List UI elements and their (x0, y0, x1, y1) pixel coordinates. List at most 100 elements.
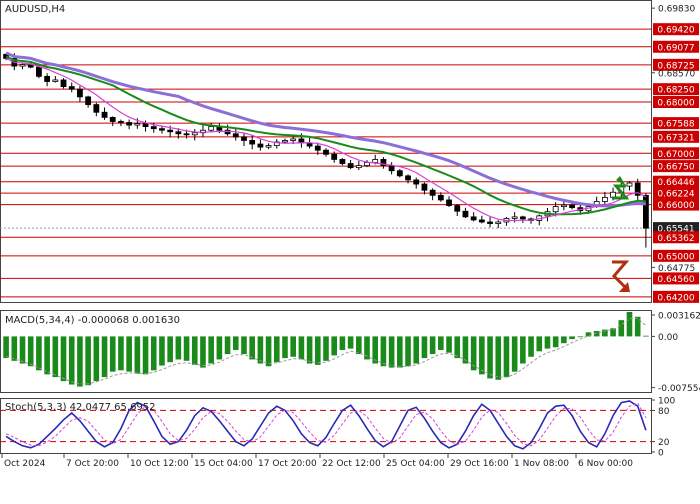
macd-bar (282, 336, 288, 358)
macd-bar (143, 336, 149, 374)
macd-bar (3, 336, 9, 358)
price-tick-label: 0.68000 (657, 99, 694, 109)
macd-bar (545, 336, 551, 348)
macd-bar (323, 336, 329, 360)
macd-bar (61, 336, 67, 381)
candle-body (69, 87, 74, 90)
candle-body (315, 146, 320, 150)
candle-body (36, 67, 41, 76)
candle-body (143, 124, 148, 127)
chart-canvas[interactable]: 0.698300.694200.690770.687250.685700.682… (0, 0, 700, 500)
macd-bar (446, 336, 452, 352)
candle-body (102, 112, 107, 117)
macd-bar (315, 336, 321, 364)
stoch-tick-label: 20 (658, 438, 670, 448)
time-tick-label: 6 Nov 00:00 (578, 459, 633, 469)
candle-body (520, 217, 525, 219)
stoch-tick-label: 100 (658, 397, 675, 407)
candle-body (627, 183, 632, 186)
macd-bar (299, 336, 305, 359)
macd-bar (225, 336, 231, 354)
candle-body (241, 137, 246, 141)
candle-body (176, 132, 181, 134)
macd-bar (528, 336, 534, 356)
macd-bar (586, 332, 592, 336)
macd-bar (463, 336, 469, 363)
candle-body (512, 217, 517, 219)
candle-body (94, 105, 99, 113)
macd-bar (577, 336, 583, 337)
macd-bar (627, 312, 633, 336)
candle-body (168, 130, 173, 132)
price-tick-label: 0.68570 (658, 69, 695, 79)
macd-bar (643, 336, 649, 337)
macd-bar (307, 336, 313, 363)
macd-bar (413, 336, 419, 363)
candle-body (110, 117, 115, 121)
candle-body (77, 89, 82, 97)
candle-body (86, 97, 91, 105)
macd-bar (176, 336, 182, 359)
macd-bar (44, 336, 50, 374)
candle-body (479, 220, 484, 222)
macd-bar (77, 336, 83, 386)
stoch-tick-label: 0 (658, 449, 664, 459)
price-tick-label: 0.69830 (658, 5, 695, 15)
macd-bar (331, 336, 337, 355)
candle-body (447, 200, 452, 206)
candle-body (553, 207, 558, 212)
price-tick-label: 0.67588 (657, 120, 694, 130)
price-tick-label: 0.68250 (657, 86, 694, 96)
macd-bar (422, 336, 428, 358)
candle-body (602, 197, 607, 201)
macd-bar (192, 336, 198, 364)
time-tick-label: 7 Oct 20:00 (66, 459, 119, 469)
candle-body (53, 80, 58, 82)
price-title: AUDUSD,H4 (5, 4, 65, 15)
candle-body (127, 123, 132, 126)
candle-body (430, 190, 435, 195)
macd-bar (200, 336, 206, 367)
candle-body (389, 166, 394, 171)
candle-body (422, 184, 427, 190)
macd-tick-label: -0.007554 (658, 384, 700, 394)
macd-bar (249, 336, 255, 359)
macd-bar (36, 336, 42, 370)
macd-bar (495, 336, 501, 379)
candle-body (438, 195, 443, 200)
macd-bar (536, 336, 542, 351)
macd-bar (561, 336, 567, 343)
candle-body (192, 133, 197, 135)
macd-tick-label: 0.003162 (658, 311, 700, 321)
price-tick-label: 0.64775 (658, 264, 695, 274)
price-tick-label: 0.67000 (657, 150, 694, 160)
macd-bar (151, 336, 157, 370)
candle-body (406, 176, 411, 180)
candle-body (266, 146, 271, 148)
macd-bar (520, 336, 526, 363)
macd-bar (348, 336, 354, 348)
price-tick-label: 0.65000 (657, 252, 694, 262)
macd-bar (405, 336, 411, 366)
candle-body (159, 129, 164, 131)
macd-bar (430, 336, 436, 354)
stoch-title: Stoch(5,3,3) 42.0477 65.6952 (5, 402, 156, 413)
candle-body (184, 134, 189, 135)
macd-bar (217, 336, 223, 359)
candle-body (20, 65, 25, 67)
candle-body (332, 154, 337, 159)
macd-bar (438, 336, 444, 350)
macd-bar (479, 336, 485, 374)
macd-bar (618, 320, 624, 336)
candle-body (643, 195, 648, 228)
candle-body (118, 121, 123, 122)
candle-body (356, 166, 361, 168)
macd-bar (118, 336, 124, 370)
time-tick-label: 22 Oct 12:00 (322, 459, 381, 469)
macd-bar (126, 336, 132, 371)
macd-bar (274, 336, 280, 362)
macd-bar (504, 336, 510, 377)
candle-body (471, 217, 476, 220)
price-tick-label: 0.64560 (657, 275, 694, 285)
candle-body (209, 127, 214, 131)
